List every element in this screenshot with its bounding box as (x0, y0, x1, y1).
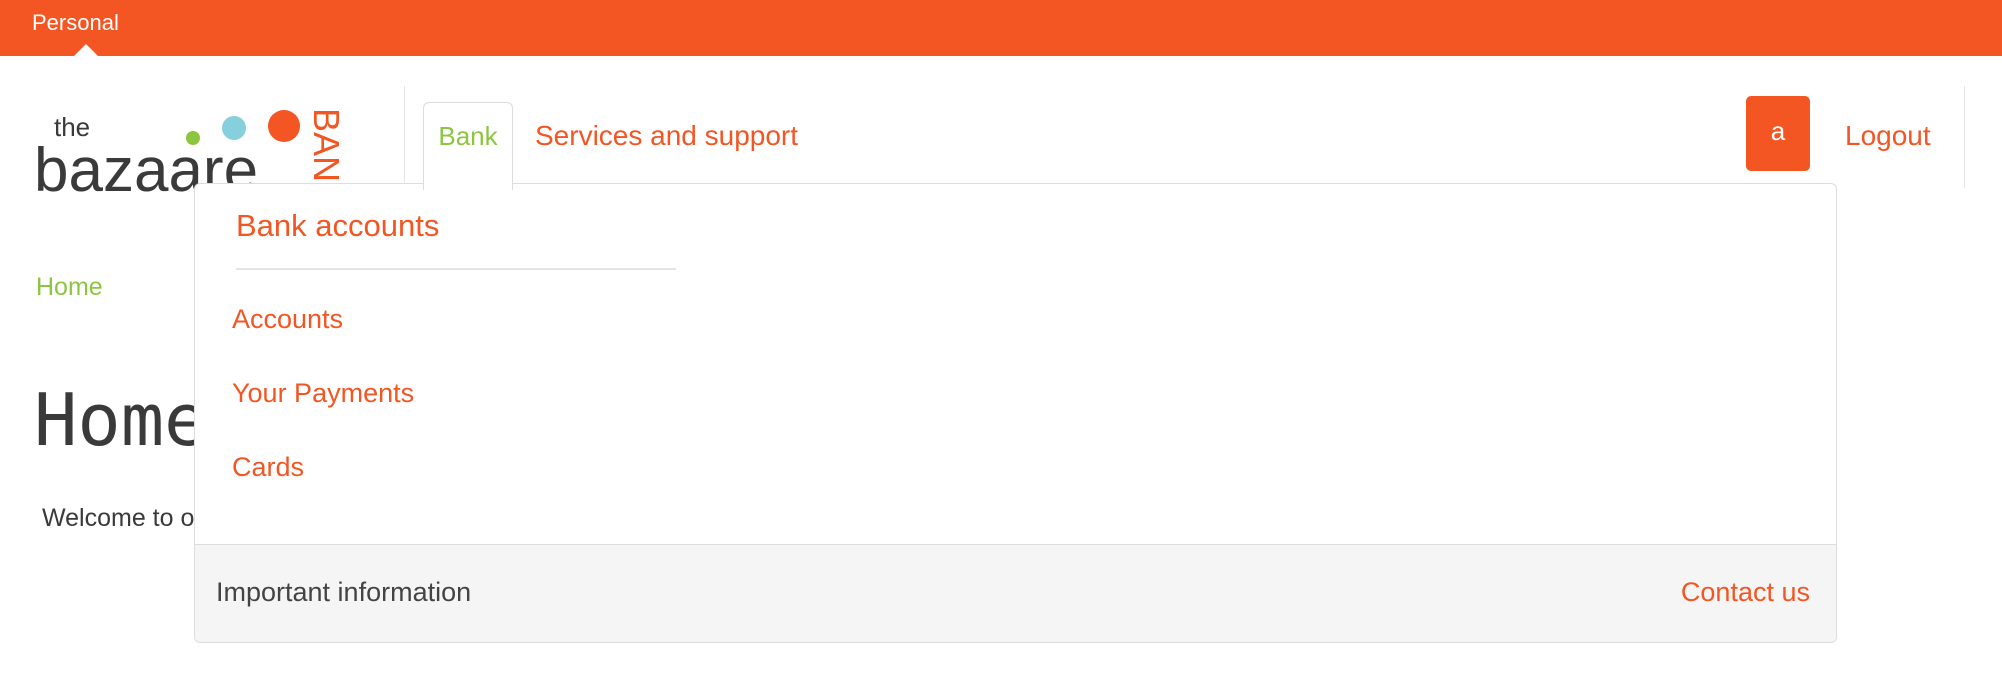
logo-dot-green (186, 131, 200, 145)
important-information-text: Important information (216, 577, 472, 607)
menu-item-accounts[interactable]: Accounts (232, 304, 343, 335)
bank-accounts-heading[interactable]: Bank accounts (236, 208, 439, 244)
menu-item-cards[interactable]: Cards (232, 452, 304, 483)
top-bar: Personal (0, 0, 2002, 56)
tab-bank[interactable]: Bank (423, 102, 513, 190)
heading-divider (236, 268, 676, 270)
personal-tab[interactable]: Personal (32, 10, 119, 36)
contact-us-link[interactable]: Contact us (1681, 577, 1810, 608)
user-menu-button[interactable]: a (1746, 96, 1810, 171)
tab-services-and-support[interactable]: Services and support (535, 120, 798, 152)
menu-item-your-payments[interactable]: Your Payments (232, 378, 414, 409)
header-divider-left (404, 86, 405, 188)
logo-dot-orange (268, 110, 300, 142)
welcome-text: Welcome to o (42, 504, 195, 532)
header-divider-right (1964, 86, 1965, 188)
active-tab-caret (74, 44, 98, 56)
breadcrumb-home[interactable]: Home (36, 273, 103, 302)
bank-mega-menu: Bank accounts Accounts Your Payments Car… (194, 183, 1837, 643)
menu-footer: Important information Contact us (195, 544, 1836, 642)
logo-dot-blue (222, 116, 246, 140)
page-title: Home (34, 378, 208, 462)
logout-link[interactable]: Logout (1845, 120, 1931, 152)
